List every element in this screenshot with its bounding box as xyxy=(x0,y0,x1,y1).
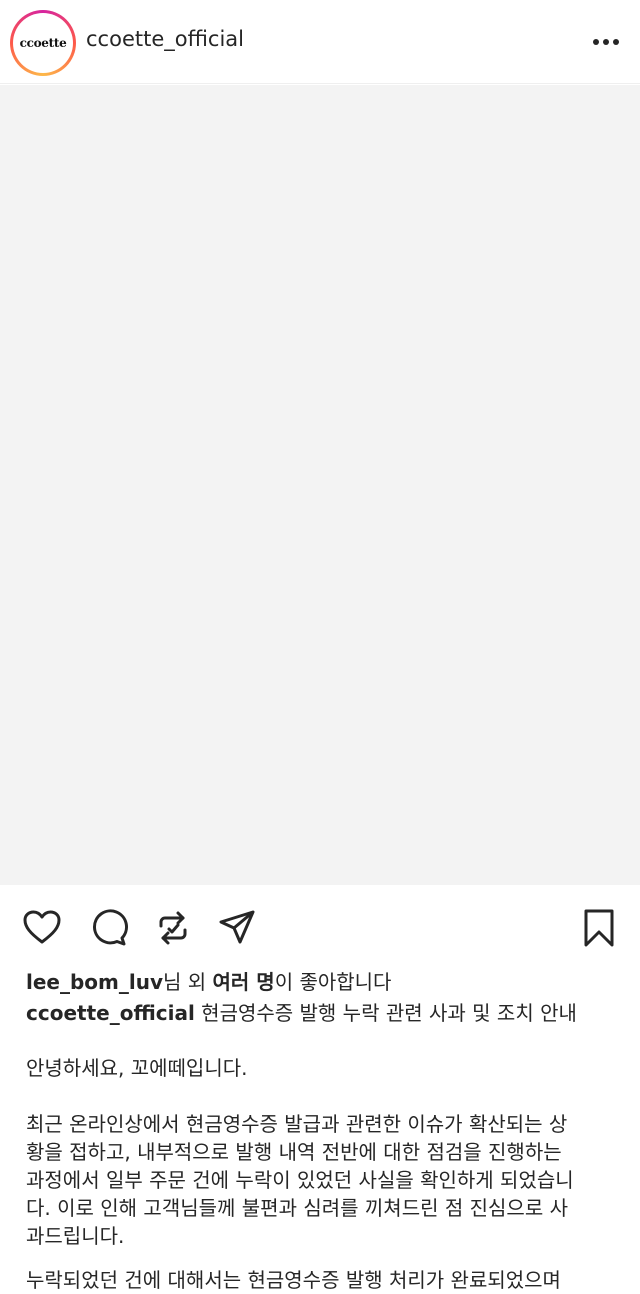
repost-icon xyxy=(159,911,187,945)
bookmark-icon xyxy=(584,909,614,947)
caption-title: 현금영수증 발행 누락 관련 사과 및 조치 안내 xyxy=(194,1001,577,1025)
caption-username[interactable]: ccoette_official xyxy=(26,1001,195,1025)
likes-middle-text: 님 외 xyxy=(163,970,213,994)
caption-line: 최근 온라인상에서 현금영수증 발급과 관련한 이슈가 확산되는 상 xyxy=(26,1112,568,1136)
repost-button[interactable] xyxy=(153,908,193,948)
caption-line: 황을 접하고, 내부적으로 발행 내역 전반에 대한 점검을 진행하는 xyxy=(26,1140,562,1164)
heart-icon xyxy=(23,910,61,944)
likes-others-link[interactable]: 여러 명 xyxy=(213,970,275,994)
likes-suffix-text: 이 좋아합니다 xyxy=(274,970,392,994)
post-header: ccoette ccoette_official xyxy=(0,0,640,84)
share-icon xyxy=(219,910,255,944)
avatar-logo: ccoette xyxy=(19,36,67,50)
more-button[interactable] xyxy=(586,28,626,56)
header-username[interactable]: ccoette_official xyxy=(86,27,244,51)
action-bar xyxy=(0,886,640,966)
caption-line: 다. 이로 인해 고객님들께 불편과 심려를 끼쳐드린 점 진심으로 사 xyxy=(26,1196,568,1220)
liker-username[interactable]: lee_bom_luv xyxy=(26,970,163,994)
caption-paragraph-2-partial: 누락되었던 건에 대해서는 현금영수증 발행 처리가 완료되었으며 xyxy=(26,1268,561,1292)
caption-greeting: 안녕하세요, 꼬에떼입니다. xyxy=(26,1056,248,1080)
share-button[interactable] xyxy=(217,908,257,948)
likes-summary: lee_bom_luv님 외 여러 명이 좋아합니다 xyxy=(26,966,391,995)
story-ring[interactable]: ccoette xyxy=(10,10,76,76)
bookmark-button[interactable] xyxy=(579,908,619,948)
comment-icon xyxy=(93,909,128,946)
caption-line: 과드립니다. xyxy=(26,1224,125,1248)
more-horizontal-icon xyxy=(593,39,619,45)
caption-line: 과정에서 일부 주문 건에 누락이 있었던 사실을 확인하게 되었습니 xyxy=(26,1168,574,1192)
caption: ccoette_official 현금영수증 발행 누락 관련 사과 및 조치 … xyxy=(26,997,626,1026)
like-button[interactable] xyxy=(22,908,62,948)
caption-paragraph-1: 최근 온라인상에서 현금영수증 발급과 관련한 이슈가 확산되는 상 황을 접하… xyxy=(26,1110,626,1250)
post-image[interactable] xyxy=(0,85,640,885)
avatar[interactable]: ccoette xyxy=(15,15,71,71)
comment-button[interactable] xyxy=(88,908,128,948)
